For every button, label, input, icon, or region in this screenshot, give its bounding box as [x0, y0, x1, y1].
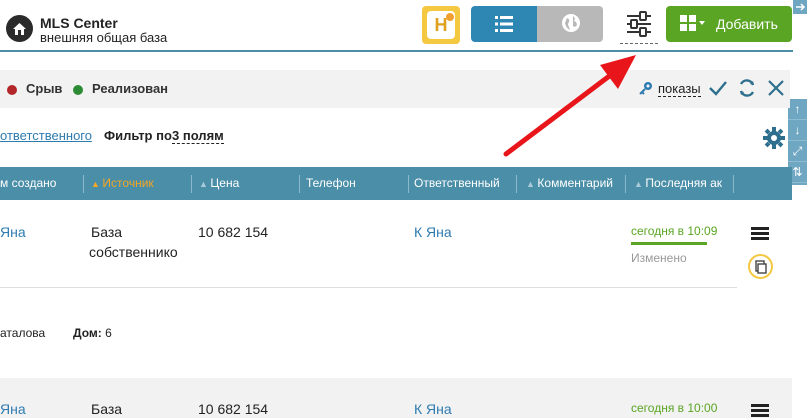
arrow-right-icon [796, 3, 806, 11]
row1-responsible[interactable]: К Яна [414, 224, 452, 240]
column-comment[interactable]: ▲ Комментарий [526, 176, 623, 190]
status-dot-sold [73, 85, 83, 95]
responsible-filter-link[interactable]: ответственного [0, 128, 92, 143]
row2-source: База [91, 401, 123, 417]
column-phone[interactable]: Телефон [306, 176, 402, 190]
sliders-icon [627, 11, 651, 37]
detail-street: аталова [0, 326, 46, 340]
close-icon[interactable] [767, 79, 785, 97]
column-last-action[interactable]: ▲ Последняя ак [634, 176, 729, 190]
table-header: м создано ▲ Источник ▲ Цена Телефон Отве… [0, 167, 792, 200]
row1-copy-button[interactable] [748, 254, 773, 279]
row1-last-status: Изменено [631, 251, 687, 265]
home-logo-icon[interactable] [6, 15, 33, 42]
add-button[interactable]: Добавить [666, 6, 792, 42]
app-title: MLS Center [40, 15, 118, 31]
sort-icon: ▲ [199, 179, 211, 189]
map-view-button[interactable] [537, 6, 603, 42]
column-responsible[interactable]: Ответственный [414, 176, 514, 190]
clipboard-icon [755, 260, 767, 274]
row2-price: 10 682 154 [198, 401, 269, 417]
list-view-button[interactable] [471, 6, 537, 42]
row1-progress-line [631, 242, 707, 245]
row1-price: 10 682 154 [198, 224, 269, 240]
grid-icon [680, 15, 705, 31]
column-created[interactable]: м создано [0, 176, 80, 190]
detail-house: Дом: 6 [73, 326, 112, 340]
collapse-rail-button[interactable] [793, 0, 807, 14]
check-icon[interactable] [708, 79, 728, 97]
filter-fields-link[interactable]: 3 полям [172, 128, 224, 144]
status-breakdown[interactable]: Срыв [26, 81, 62, 96]
add-button-label: Добавить [716, 16, 778, 32]
row1-last-action: сегодня в 10:09 [631, 224, 718, 238]
filter-settings-button[interactable] [620, 8, 658, 44]
status-filter-bar: Срыв Реализован показы [0, 70, 790, 108]
list-icon [495, 16, 513, 32]
arrow-up-icon[interactable]: ↑ [788, 99, 807, 120]
sort-icon: ▲ [526, 179, 538, 189]
filter-label: Фильтр по [104, 128, 172, 143]
refresh-icon[interactable] [737, 78, 757, 98]
row1-source-line1: База [91, 224, 123, 240]
row2-last-action: сегодня в 10:00 [631, 401, 718, 415]
sort-icon: ▲ [634, 179, 646, 189]
row2-created[interactable]: Яна [0, 401, 26, 417]
row2-menu-icon[interactable] [751, 404, 769, 418]
row1-source-line2: собственнико [89, 244, 178, 260]
status-sold[interactable]: Реализован [92, 81, 168, 96]
arrow-down-icon[interactable]: ↓ [788, 120, 807, 141]
notification-dot [446, 13, 454, 21]
column-source[interactable]: ▲ Источник [91, 176, 187, 190]
globe-icon [562, 14, 580, 32]
row1-menu-icon[interactable] [751, 227, 769, 241]
status-dot-breakdown [7, 85, 17, 95]
app-subtitle: внешняя общая база [40, 30, 168, 45]
row-divider [0, 287, 737, 288]
row1-created[interactable]: Яна [0, 224, 26, 240]
shows-link[interactable]: показы [658, 81, 701, 97]
annotation-arrow [503, 55, 636, 157]
expand-icon[interactable]: ⤢ [788, 141, 807, 162]
filter-summary: ответственного Фильтр по 3 полям [0, 128, 300, 148]
top-header: MLS Center внешняя общая база H Добавить [0, 0, 793, 52]
column-price[interactable]: ▲ Цена [199, 176, 295, 190]
row2-responsible[interactable]: К Яна [414, 401, 452, 417]
h-app-button[interactable]: H [422, 6, 460, 44]
gear-icon[interactable] [763, 127, 785, 149]
sort-up-icon: ▲ [91, 179, 103, 189]
